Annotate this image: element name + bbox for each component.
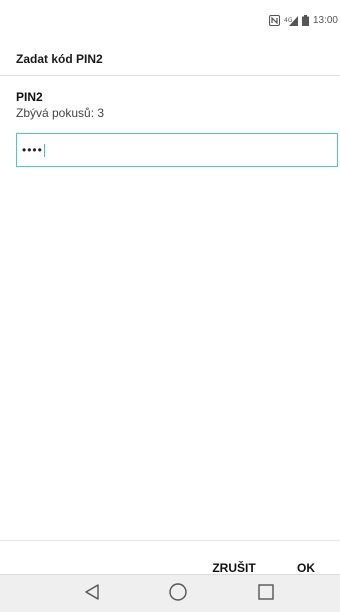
attempts-remaining-text: Zbývá pokusů: 3 (16, 106, 105, 120)
navigation-bar (0, 574, 340, 612)
pin2-input-value: •••• (22, 143, 43, 157)
pin2-label: PIN2 (16, 90, 43, 104)
back-button[interactable] (72, 579, 112, 609)
pin2-input[interactable]: •••• (16, 133, 338, 167)
battery-icon (301, 14, 309, 26)
text-cursor (43, 143, 45, 157)
home-button[interactable] (158, 579, 198, 609)
back-icon (83, 583, 101, 606)
recent-apps-icon (257, 583, 275, 606)
home-icon (168, 582, 188, 607)
dialog-header: Zadat kód PIN2 (0, 40, 340, 76)
status-time: 13:00 (312, 14, 338, 26)
actions-divider (0, 540, 340, 541)
nfc-icon (268, 14, 280, 26)
svg-text:4G: 4G (284, 17, 293, 24)
dialog-title: Zadat kód PIN2 (16, 52, 103, 66)
signal-icon: 4G (284, 15, 298, 26)
status-bar: 4G 13:00 (0, 0, 340, 40)
recent-apps-button[interactable] (246, 579, 286, 609)
